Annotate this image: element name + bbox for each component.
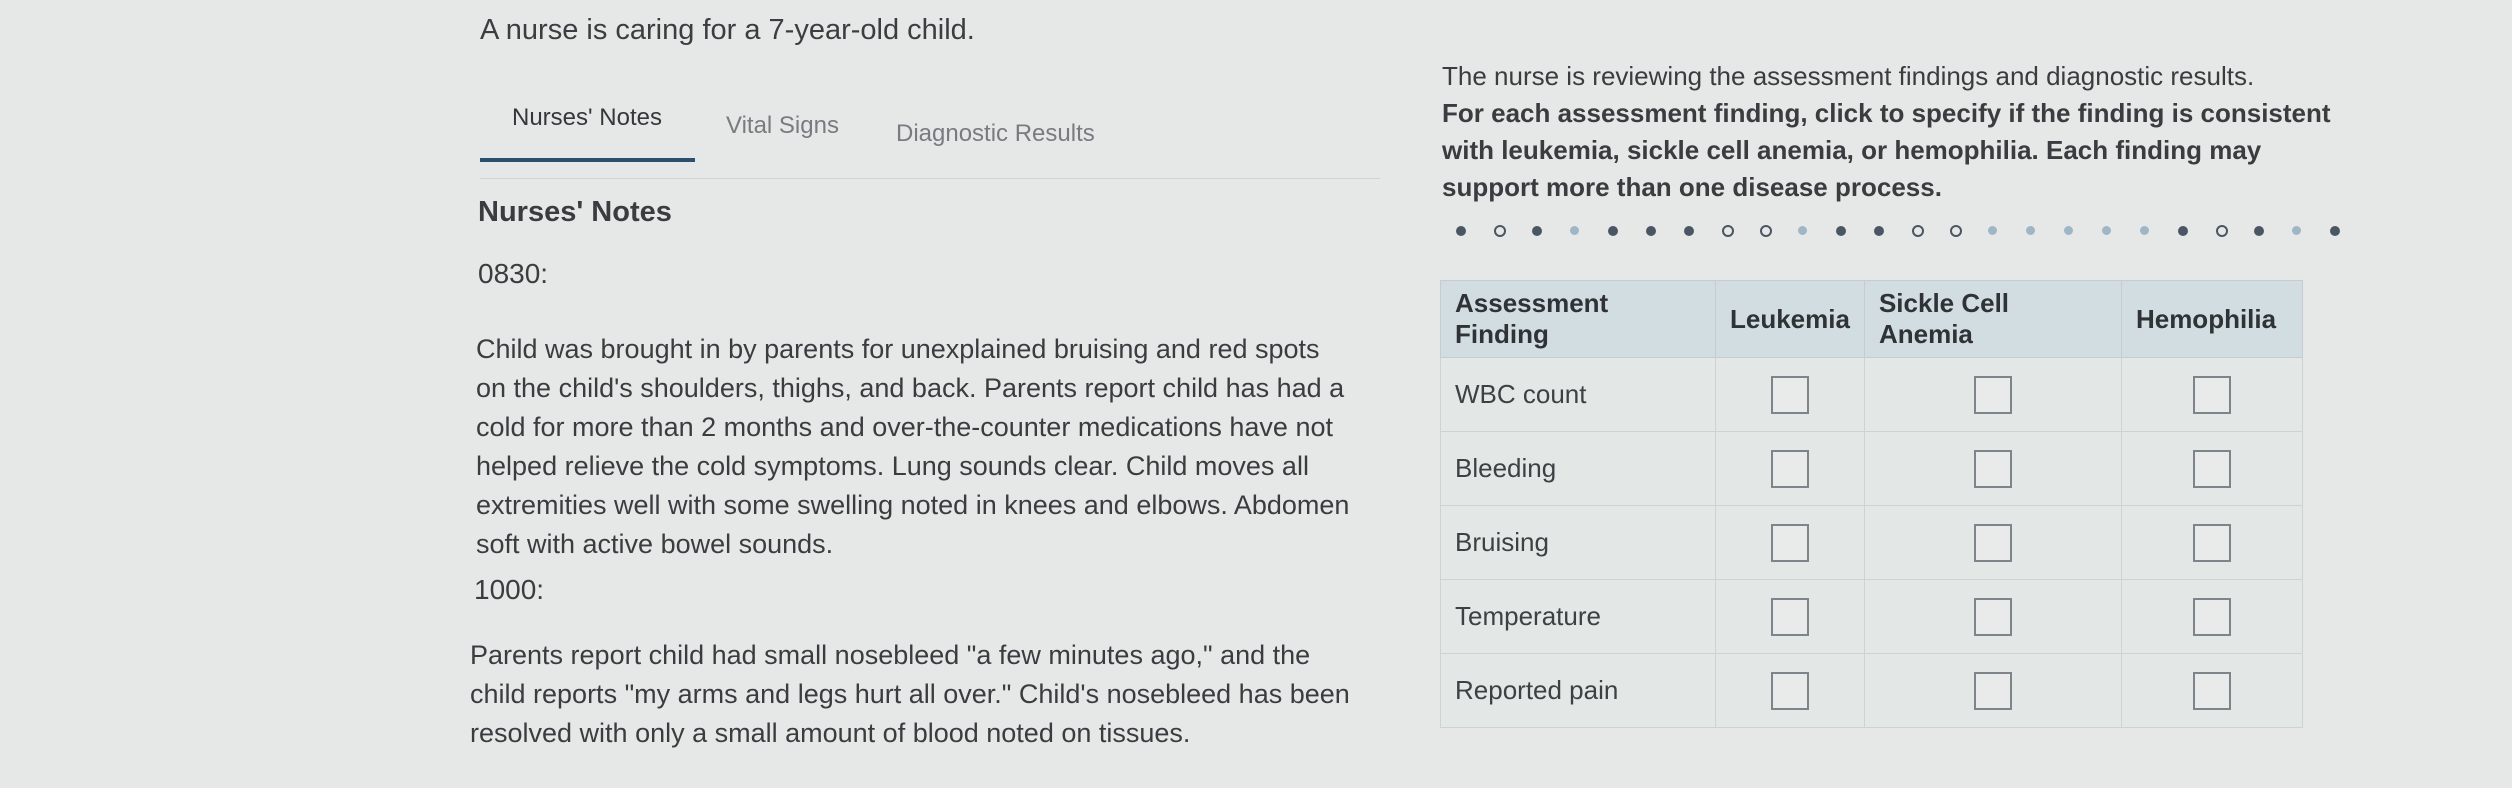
note-line: soft with active bowel sounds.	[476, 529, 834, 559]
instructions-intro: The nurse is reviewing the assessment fi…	[1442, 61, 2255, 91]
checkbox-sickle-cell-anemia[interactable]	[1973, 597, 2012, 636]
divider-dot	[2292, 226, 2301, 235]
cell	[2120, 579, 2303, 654]
note-text-0830: Child was brought in by parents for unex…	[476, 330, 1396, 564]
checkbox-leukemia[interactable]	[1770, 597, 1809, 636]
tab-diagnostic-results[interactable]: Diagnostic Results	[896, 120, 1095, 148]
divider-dot	[1456, 226, 1466, 236]
instructions-line: For each assessment finding, click to sp…	[1442, 98, 2331, 128]
cell	[1863, 653, 2122, 728]
cell	[1863, 357, 2122, 432]
note-line: Child was brought in by parents for unex…	[476, 334, 1320, 364]
divider-dot	[1950, 225, 1962, 237]
divider-dot	[1608, 226, 1618, 236]
table-row: Bleeding	[1440, 431, 2303, 506]
finding-label: WBC count	[1440, 357, 1716, 432]
cell	[2120, 357, 2303, 432]
checkbox-leukemia[interactable]	[1770, 449, 1809, 488]
checkbox-hemophilia[interactable]	[2192, 523, 2231, 562]
note-line: cold for more than 2 months and over-the…	[476, 412, 1333, 442]
table-row: WBC count	[1440, 357, 2303, 432]
note-line: extremities well with some swelling note…	[476, 490, 1350, 520]
cell	[1715, 579, 1865, 654]
matrix-header-row: Assessment Finding Leukemia Sickle Cell …	[1440, 280, 2303, 358]
divider-dot	[1874, 226, 1884, 236]
divider-dot	[2026, 226, 2035, 235]
table-row: Reported pain	[1440, 653, 2303, 728]
divider-dot	[1988, 226, 1997, 235]
scenario-text: A nurse is caring for a 7-year-old child…	[480, 14, 975, 46]
divider-dot	[1798, 226, 1807, 235]
note-time-1000: 1000:	[474, 574, 545, 605]
divider-dot	[1760, 225, 1772, 237]
note-time-0830: 0830:	[478, 258, 549, 289]
table-row: Temperature	[1440, 579, 2303, 654]
divider-dot	[1646, 226, 1656, 236]
cell	[1715, 431, 1865, 506]
tab-divider	[480, 178, 1380, 179]
cell	[2120, 505, 2303, 580]
checkbox-sickle-cell-anemia[interactable]	[1973, 523, 2012, 562]
header-leukemia: Leukemia	[1715, 280, 1865, 358]
checkbox-leukemia[interactable]	[1770, 523, 1809, 562]
checkbox-hemophilia[interactable]	[2192, 671, 2231, 710]
divider-dot	[1684, 226, 1694, 236]
checkbox-hemophilia[interactable]	[2192, 449, 2231, 488]
cell	[1863, 431, 2122, 506]
divider-dot	[2064, 226, 2073, 235]
question-instructions: The nurse is reviewing the assessment fi…	[1442, 58, 2362, 206]
cell	[2120, 431, 2303, 506]
divider-dot	[1912, 225, 1924, 237]
assessment-matrix: Assessment Finding Leukemia Sickle Cell …	[1440, 280, 2303, 728]
divider-dot	[2178, 226, 2188, 236]
checkbox-sickle-cell-anemia[interactable]	[1973, 449, 2012, 488]
cell	[1715, 505, 1865, 580]
divider-dot	[2330, 226, 2340, 236]
header-assessment-finding: Assessment Finding	[1440, 280, 1716, 358]
divider-dot	[1494, 225, 1506, 237]
divider-dot	[1570, 226, 1579, 235]
note-line: Parents report child had small nosebleed…	[470, 640, 1311, 670]
checkbox-sickle-cell-anemia[interactable]	[1973, 671, 2012, 710]
instructions-line: with leukemia, sickle cell anemia, or he…	[1442, 135, 2262, 165]
checkbox-sickle-cell-anemia[interactable]	[1973, 375, 2012, 414]
finding-label: Bleeding	[1440, 431, 1716, 506]
tab-vital-signs[interactable]: Vital Signs	[726, 112, 839, 140]
header-hemophilia: Hemophilia	[2120, 280, 2303, 358]
checkbox-leukemia[interactable]	[1770, 375, 1809, 414]
finding-label: Temperature	[1440, 579, 1716, 654]
divider-dot	[1532, 226, 1542, 236]
header-sickle-cell-anemia: Sickle Cell Anemia	[1863, 280, 2122, 358]
tab-nurses-notes[interactable]: Nurses' Notes	[512, 104, 662, 132]
note-line: on the child's shoulders, thighs, and ba…	[476, 373, 1345, 403]
divider-dot	[2102, 226, 2111, 235]
divider-dot	[2254, 226, 2264, 236]
note-line: child reports "my arms and legs hurt all…	[470, 679, 1350, 709]
checkbox-hemophilia[interactable]	[2192, 375, 2231, 414]
tab-bar: Nurses' Notes Vital Signs Diagnostic Res…	[480, 98, 1380, 179]
cell	[1863, 505, 2122, 580]
notes-heading: Nurses' Notes	[478, 196, 672, 228]
note-line: resolved with only a small amount of blo…	[470, 718, 1191, 748]
divider-dot	[2140, 226, 2149, 235]
active-tab-indicator	[480, 158, 695, 162]
divider-dot	[1836, 226, 1846, 236]
checkbox-leukemia[interactable]	[1770, 671, 1809, 710]
instructions-line: support more than one disease process.	[1442, 172, 1942, 202]
divider-dot	[2216, 225, 2228, 237]
cell	[1715, 357, 1865, 432]
finding-label: Reported pain	[1440, 653, 1716, 728]
decorative-dot-divider	[1448, 222, 2348, 242]
cell	[1715, 653, 1865, 728]
table-row: Bruising	[1440, 505, 2303, 580]
note-line: helped relieve the cold symptoms. Lung s…	[476, 451, 1309, 481]
divider-dot	[1722, 225, 1734, 237]
finding-label: Bruising	[1440, 505, 1716, 580]
note-text-1000: Parents report child had small nosebleed…	[470, 636, 1390, 753]
checkbox-hemophilia[interactable]	[2192, 597, 2231, 636]
cell	[1863, 579, 2122, 654]
cell	[2120, 653, 2303, 728]
